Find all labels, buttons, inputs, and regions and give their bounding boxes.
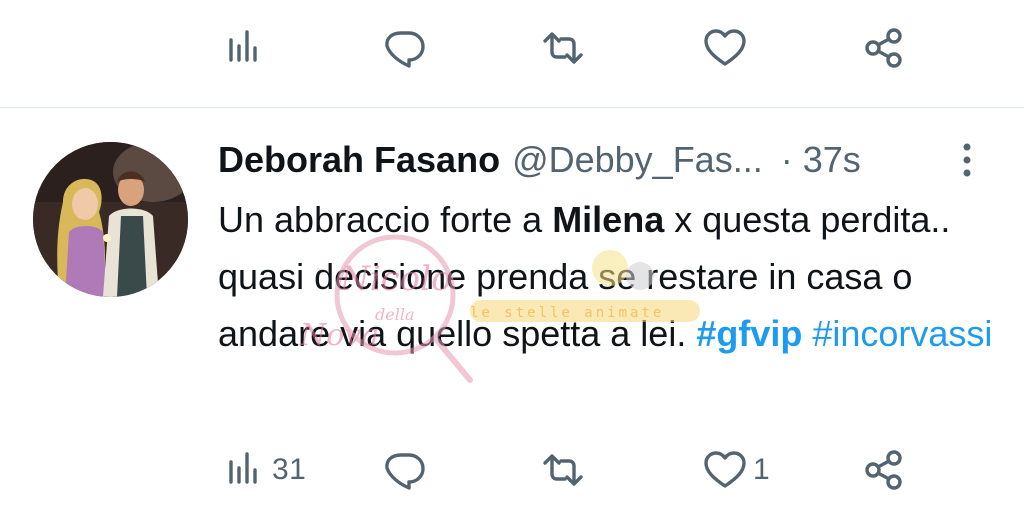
text-mention-bold: Milena [552, 199, 665, 240]
reply-icon [385, 31, 425, 68]
more-options-button[interactable] [950, 138, 984, 182]
heart-icon [704, 29, 746, 66]
more-vertical-icon [963, 143, 971, 177]
reply-button[interactable] [383, 440, 427, 500]
views-count: 31 [272, 453, 307, 486]
avatar-image [33, 142, 188, 297]
tweet-divider [0, 107, 1024, 108]
hashtag-incorvassi[interactable]: #incorvassi [812, 313, 992, 354]
retweet-button[interactable] [541, 18, 585, 78]
share-button[interactable] [862, 440, 906, 500]
tweet-text: Un abbraccio forte a Milena x questa per… [218, 191, 1008, 362]
watermark-banner-text: le stelle animate [470, 305, 665, 321]
like-button[interactable]: 1 [703, 440, 770, 500]
tweet-timestamp[interactable]: 37s [803, 139, 861, 181]
heart-icon [704, 451, 746, 488]
avatar[interactable] [33, 142, 188, 297]
retweet-icon [543, 454, 583, 486]
views-button[interactable] [222, 18, 266, 78]
previous-tweet-action-bar [0, 18, 1024, 78]
share-button[interactable] [862, 18, 906, 78]
likes-count: 1 [753, 453, 771, 486]
views-button[interactable]: 31 [222, 440, 306, 500]
bar-chart-icon [229, 452, 257, 484]
like-button[interactable] [703, 18, 747, 78]
bar-chart-icon [229, 30, 257, 62]
share-icon [865, 28, 902, 68]
tweet-header: Deborah Fasano @Debby_Fas... · 37s [218, 138, 861, 182]
reply-icon [385, 453, 425, 490]
tweet-action-bar: 31 1 [0, 440, 1024, 500]
retweet-icon [543, 32, 583, 64]
separator-dot: · [780, 139, 793, 180]
reply-button[interactable] [383, 18, 427, 78]
hashtag-gfvip[interactable]: #gfvip [696, 313, 802, 354]
retweet-button[interactable] [541, 440, 585, 500]
share-icon [865, 450, 902, 490]
author-handle[interactable]: @Debby_Fas... [512, 139, 763, 181]
author-name[interactable]: Deborah Fasano [218, 139, 500, 181]
text-space [802, 313, 812, 354]
text-part: Un abbraccio forte a [218, 199, 553, 240]
